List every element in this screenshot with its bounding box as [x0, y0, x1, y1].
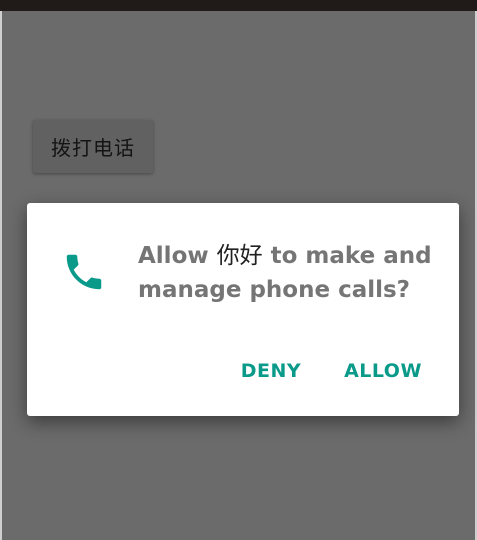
permission-message: Allow 你好 to make and manage phone calls?	[138, 239, 438, 307]
allow-button[interactable]: ALLOW	[340, 353, 426, 389]
status-bar	[0, 0, 477, 11]
permission-dialog: Allow 你好 to make and manage phone calls?…	[27, 203, 459, 416]
deny-button[interactable]: DENY	[235, 353, 307, 389]
message-prefix: Allow	[138, 243, 217, 269]
left-edge	[0, 11, 2, 540]
app-name: 你好	[216, 243, 263, 269]
phone-icon	[66, 254, 102, 290]
make-call-button[interactable]: 拨打电话	[33, 120, 153, 173]
